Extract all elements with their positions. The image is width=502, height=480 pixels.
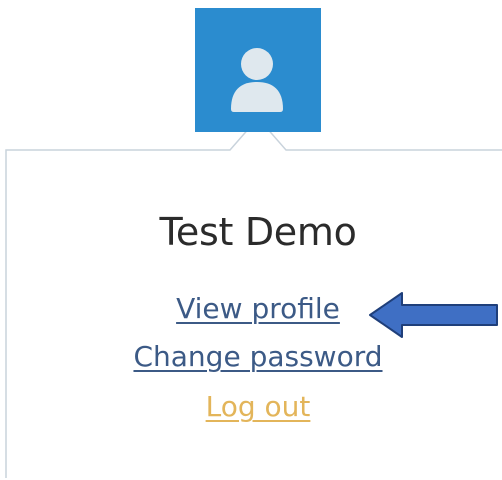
user-menu-screen: Test Demo View profile Change password L…: [0, 0, 502, 480]
user-icon: [231, 48, 283, 112]
user-display-name: Test Demo: [159, 210, 357, 254]
log-out-link[interactable]: Log out: [80, 390, 436, 423]
avatar-button[interactable]: [195, 8, 321, 132]
change-password-link[interactable]: Change password: [80, 340, 436, 373]
arrow-left-icon: [369, 292, 498, 338]
